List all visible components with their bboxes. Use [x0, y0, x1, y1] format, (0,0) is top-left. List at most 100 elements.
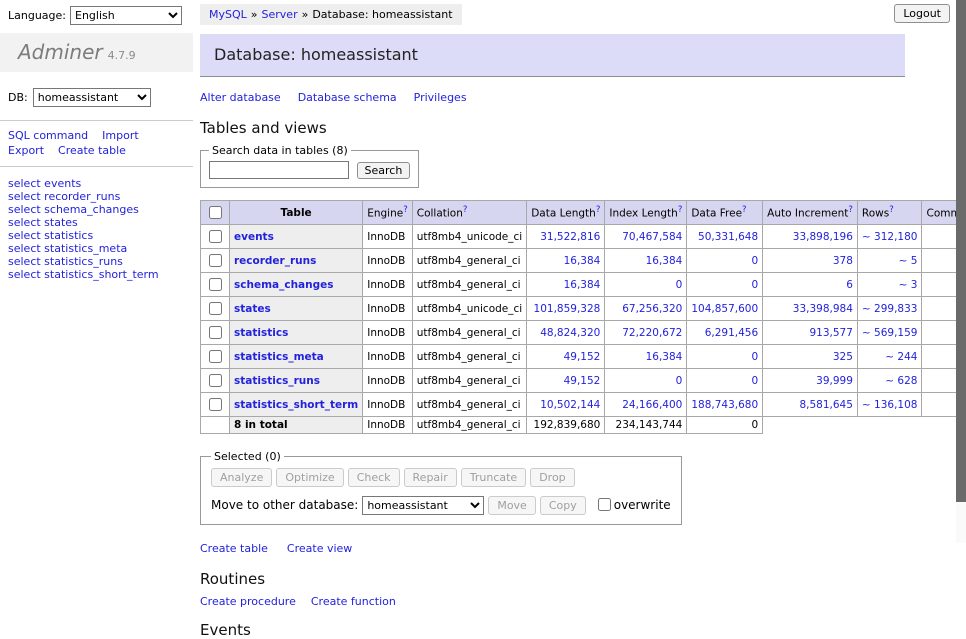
sidebar-select-link[interactable]: select recorder_runs	[8, 190, 185, 203]
table-row: statesInnoDButf8mb4_unicode_ci101,859,32…	[201, 297, 966, 321]
tables-list: TableEngine?Collation?Data Length?Index …	[200, 200, 966, 434]
table-name-cell: recorder_runs	[230, 249, 363, 273]
total-data-free-cell: 0	[687, 417, 763, 434]
overwrite-checkbox[interactable]	[598, 498, 611, 511]
row-checkbox-cell	[201, 225, 230, 249]
table-name-link[interactable]: events	[234, 231, 274, 243]
row-checkbox[interactable]	[209, 398, 222, 411]
row-checkbox-cell	[201, 273, 230, 297]
truncate-button[interactable]: Truncate	[461, 468, 526, 487]
db-select[interactable]: homeassistant	[33, 88, 151, 107]
total-label-cell: 8 in total	[230, 417, 363, 434]
table-name-link[interactable]: statistics_meta	[234, 351, 324, 363]
move-button[interactable]: Move	[488, 496, 536, 515]
table-name-link[interactable]: statistics_short_term	[234, 399, 358, 411]
scrollbar-thumb[interactable]	[956, 0, 966, 502]
help-icon[interactable]: ?	[403, 205, 408, 215]
row-checkbox[interactable]	[209, 254, 222, 267]
row-checkbox[interactable]	[209, 326, 222, 339]
sidebar-select-link[interactable]: select statistics	[8, 229, 185, 242]
search-fieldset: Search data in tables (8) Search	[200, 144, 419, 188]
language-label: Language:	[8, 9, 66, 22]
page-title: Database: homeassistant	[200, 34, 905, 77]
help-icon[interactable]: ?	[678, 205, 683, 215]
analyze-button[interactable]: Analyze	[211, 468, 272, 487]
row-checkbox[interactable]	[209, 374, 222, 387]
rows-count-cell: ~ 136,108	[857, 393, 922, 417]
move-row: Move to other database: homeassistantMove…	[211, 495, 671, 515]
data-free-cell: 0	[687, 249, 763, 273]
table-name-link[interactable]: states	[234, 303, 271, 315]
selected-legend: Selected (0)	[211, 450, 284, 463]
optimize-button[interactable]: Optimize	[276, 468, 343, 487]
help-icon[interactable]: ?	[889, 205, 894, 215]
data-free-cell: 50,331,648	[687, 225, 763, 249]
sidebar-select-link[interactable]: select statistics_runs	[8, 255, 185, 268]
row-checkbox[interactable]	[209, 350, 222, 363]
auto-increment-cell: 33,898,196	[763, 225, 858, 249]
selected-buttons-row: AnalyzeOptimize CheckRepairTruncateDrop	[211, 468, 671, 487]
vertical-scrollbar[interactable]	[956, 0, 966, 543]
help-icon[interactable]: ?	[596, 205, 601, 215]
create-view-link[interactable]: Create view	[287, 542, 352, 555]
sidebar-select-link[interactable]: select states	[8, 216, 185, 229]
data-free-cell: 188,743,680	[687, 393, 763, 417]
export-link[interactable]: Export	[8, 144, 44, 157]
row-checkbox[interactable]	[209, 302, 222, 315]
privileges-link[interactable]: Privileges	[414, 91, 467, 104]
engine-cell: InnoDB	[363, 321, 413, 345]
breadcrumb-link[interactable]: Server	[262, 8, 298, 21]
collation-cell: utf8mb4_general_ci	[412, 393, 526, 417]
search-button[interactable]: Search	[357, 162, 411, 179]
routines-heading: Routines	[200, 570, 914, 588]
data-length-cell: 101,859,328	[527, 297, 605, 321]
language-select[interactable]: English	[70, 6, 182, 25]
search-input[interactable]	[209, 161, 349, 179]
collation-cell: utf8mb4_general_ci	[412, 249, 526, 273]
copy-button[interactable]: Copy	[540, 496, 586, 515]
repair-button[interactable]: Repair	[404, 468, 457, 487]
row-checkbox[interactable]	[209, 278, 222, 291]
table-name-cell: events	[230, 225, 363, 249]
engine-cell: InnoDB	[363, 297, 413, 321]
alter-database-link[interactable]: Alter database	[200, 91, 281, 104]
create-function-link[interactable]: Create function	[311, 595, 396, 608]
sidebar-table-links: select eventsselect recorder_runsselect …	[0, 167, 193, 291]
sql-command-link[interactable]: SQL command	[8, 129, 88, 142]
column-header: Data Free?	[687, 201, 763, 225]
drop-button[interactable]: Drop	[530, 468, 574, 487]
events-heading: Events	[200, 621, 914, 639]
sidebar-select-link[interactable]: select schema_changes	[8, 203, 185, 216]
table-name-link[interactable]: statistics	[234, 327, 288, 339]
engine-cell: InnoDB	[363, 393, 413, 417]
table-name-link[interactable]: recorder_runs	[234, 255, 316, 267]
sidebar-select-link[interactable]: select events	[8, 177, 185, 190]
data-free-cell: 0	[687, 273, 763, 297]
auto-increment-cell: 8,581,645	[763, 393, 858, 417]
check-button[interactable]: Check	[348, 468, 400, 487]
brand-name: Adminer	[18, 40, 103, 64]
rows-count-cell: ~ 3	[857, 273, 922, 297]
create-procedure-link[interactable]: Create procedure	[200, 595, 296, 608]
table-name-cell: statistics_meta	[230, 345, 363, 369]
select-all-checkbox[interactable]	[209, 206, 222, 219]
import-link[interactable]: Import	[102, 129, 139, 142]
sidebar-select-link[interactable]: select statistics_short_term	[8, 268, 185, 281]
data-length-cell: 49,152	[527, 369, 605, 393]
column-header: Table	[230, 201, 363, 225]
row-checkbox[interactable]	[209, 230, 222, 243]
table-name-link[interactable]: schema_changes	[234, 279, 334, 291]
help-icon[interactable]: ?	[742, 205, 747, 215]
help-icon[interactable]: ?	[848, 205, 853, 215]
create-table-link[interactable]: Create table	[200, 542, 268, 555]
move-db-select[interactable]: homeassistant	[362, 496, 484, 515]
help-icon[interactable]: ?	[463, 205, 468, 215]
sidebar-select-link[interactable]: select statistics_meta	[8, 242, 185, 255]
table-name-link[interactable]: statistics_runs	[234, 375, 320, 387]
move-label: Move to other database:	[211, 498, 358, 512]
breadcrumb-link[interactable]: MySQL	[209, 8, 247, 21]
auto-increment-cell: 378	[763, 249, 858, 273]
logout-button[interactable]: Logout	[894, 4, 950, 23]
database-schema-link[interactable]: Database schema	[298, 91, 397, 104]
create-table-link-sidebar[interactable]: Create table	[58, 144, 126, 157]
